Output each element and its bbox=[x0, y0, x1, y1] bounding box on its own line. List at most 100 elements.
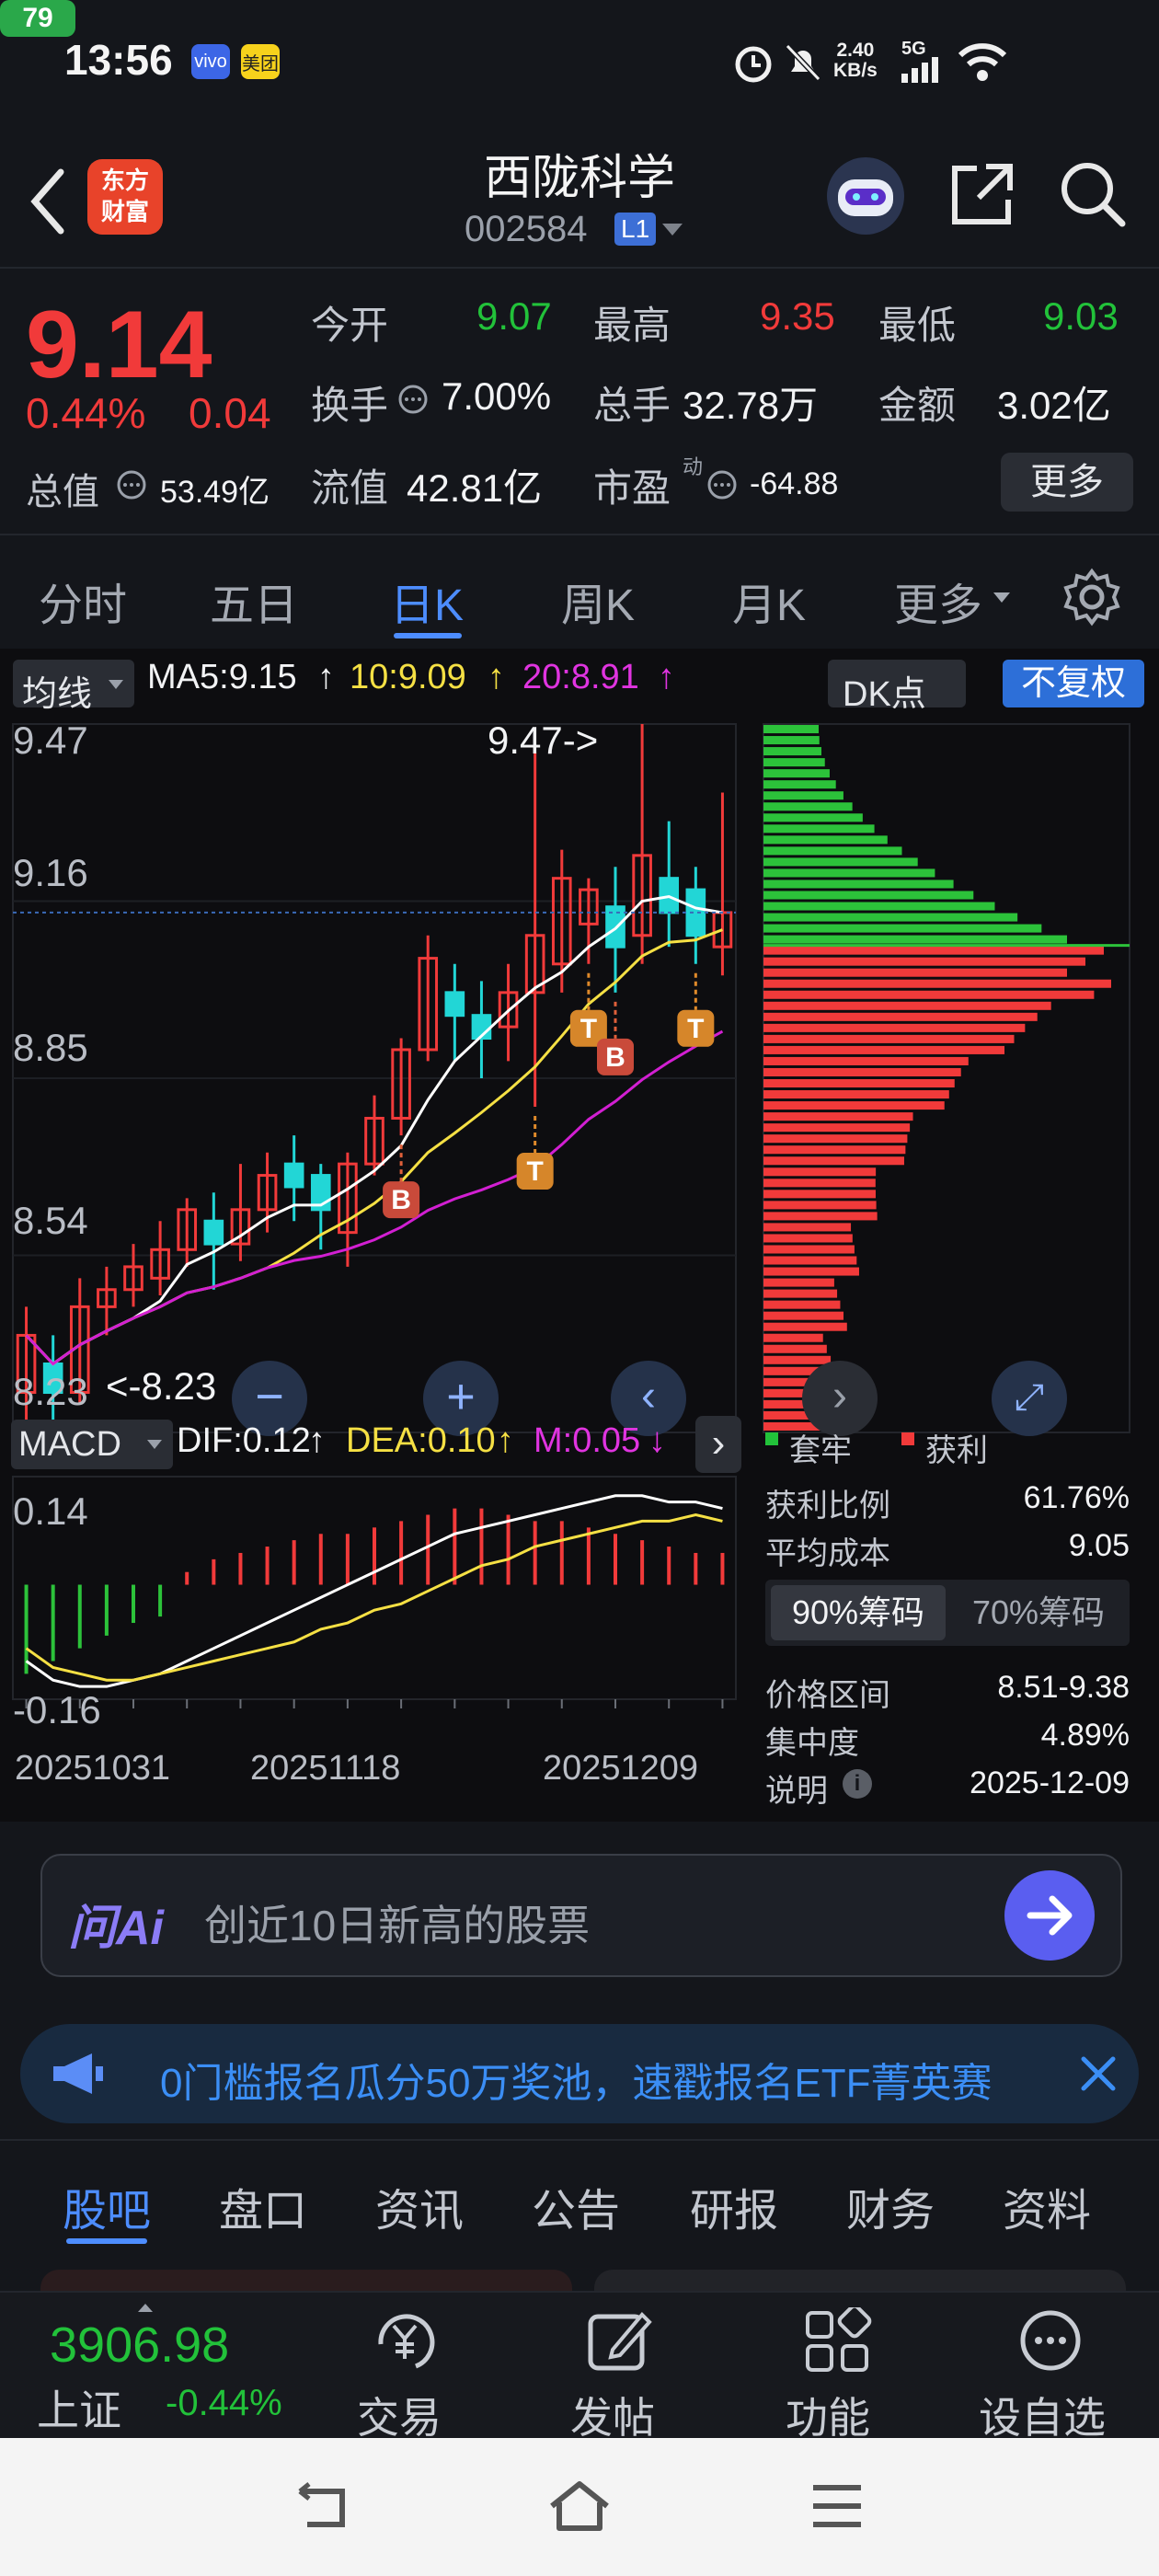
chip-bar bbox=[763, 1355, 832, 1364]
chip-bar bbox=[763, 1112, 913, 1121]
chip-bar bbox=[763, 1322, 847, 1331]
chip-bar bbox=[763, 924, 1042, 933]
chip-bar bbox=[763, 1256, 857, 1265]
info-icon[interactable] bbox=[116, 469, 147, 500]
ai-search-bar[interactable]: 问Ai 创近10日新高的股票 bbox=[40, 1854, 1122, 1977]
menu-nav-icon[interactable] bbox=[809, 2480, 865, 2532]
macd-frame bbox=[12, 1476, 737, 1700]
info-icon[interactable]: i bbox=[843, 1769, 872, 1799]
avg-cost-label: 平均成本 bbox=[765, 1536, 890, 1571]
trade-marker-label: T bbox=[527, 1156, 544, 1187]
tab-financials[interactable]: 财务 bbox=[846, 2174, 935, 2238]
macd-selector[interactable]: MACD bbox=[11, 1420, 173, 1469]
chevron-up-icon[interactable] bbox=[138, 2304, 153, 2312]
candle-body bbox=[283, 1162, 304, 1189]
chip-bar bbox=[763, 1300, 841, 1309]
index-value[interactable]: 3906.98 bbox=[50, 2317, 229, 2374]
chip-bar bbox=[763, 1156, 904, 1166]
tab-profile[interactable]: 资料 bbox=[1003, 2174, 1091, 2238]
functions-label[interactable]: 功能 bbox=[786, 2385, 870, 2445]
info-icon[interactable] bbox=[706, 469, 738, 500]
ma20-value: 20:8.91 bbox=[522, 658, 639, 696]
system-nav-bar bbox=[0, 2438, 1159, 2576]
amount-value: 3.02亿 bbox=[997, 384, 1111, 427]
search-icon[interactable] bbox=[1056, 157, 1130, 231]
ma5-value: MA5:9.15 bbox=[147, 658, 297, 696]
chip-bar bbox=[763, 1167, 877, 1177]
tab-five-day[interactable]: 五日 bbox=[210, 569, 298, 633]
tab-research[interactable]: 研报 bbox=[690, 2174, 778, 2238]
watchlist-icon[interactable] bbox=[1017, 2307, 1084, 2374]
tab-monthly-k[interactable]: 月K bbox=[732, 569, 806, 633]
tab-more[interactable]: 更多 bbox=[894, 569, 982, 633]
chip-bar bbox=[763, 1245, 855, 1254]
tab-guba[interactable]: 股吧 bbox=[63, 2174, 151, 2238]
x-tick-label: 20251209 bbox=[543, 1749, 699, 1788]
chevron-down-icon[interactable] bbox=[993, 592, 1010, 603]
trade-icon[interactable] bbox=[366, 2307, 442, 2374]
chip-bar bbox=[763, 913, 1018, 922]
tab-daily-k[interactable]: 日K bbox=[390, 569, 464, 633]
chip-bar bbox=[763, 880, 954, 889]
high-value: 9.35 bbox=[760, 294, 835, 338]
change-percent: 0.44% bbox=[26, 389, 146, 437]
dk-selector-label: DK点 bbox=[843, 675, 926, 714]
chip-bar bbox=[763, 1034, 1015, 1043]
chevron-down-icon[interactable] bbox=[662, 224, 683, 236]
tab-weekly-k[interactable]: 周K bbox=[561, 569, 635, 633]
chip-bar bbox=[763, 868, 935, 878]
dea-up-arrow: ↑ bbox=[497, 1421, 514, 1460]
compose-icon[interactable] bbox=[585, 2307, 655, 2374]
indicator-next-button[interactable]: › bbox=[695, 1416, 741, 1473]
chip-bar bbox=[763, 1223, 852, 1232]
level-badge[interactable]: L1 bbox=[614, 213, 657, 246]
chip-bar bbox=[763, 813, 863, 822]
tab-intraday[interactable]: 分时 bbox=[39, 569, 127, 633]
ma10-up-arrow: ↑ bbox=[488, 658, 505, 696]
arrow-right-icon bbox=[1027, 1895, 1073, 1936]
dk-selector[interactable]: DK点 bbox=[828, 660, 966, 714]
chip-bar bbox=[763, 891, 974, 900]
chip-bar bbox=[763, 769, 830, 778]
banner-text[interactable]: 0门槛报名瓜分50万奖池，速戳报名ETF菁英赛 bbox=[160, 2050, 1052, 2109]
signal-icon bbox=[901, 57, 938, 83]
tab-chip-90[interactable]: 90%筹码 bbox=[771, 1585, 946, 1640]
ma20-up-arrow: ↑ bbox=[658, 658, 675, 696]
tab-chip-70[interactable]: 70%筹码 bbox=[951, 1585, 1126, 1640]
home-nav-icon[interactable] bbox=[546, 2478, 613, 2534]
status-time: 13:56 bbox=[64, 36, 173, 84]
chip-bar bbox=[763, 824, 875, 834]
adjust-button[interactable]: 不复权 bbox=[1003, 660, 1144, 707]
chip-bar bbox=[763, 1045, 1005, 1054]
chip-bar bbox=[763, 946, 1104, 955]
ai-search-placeholder[interactable]: 创近10日新高的股票 bbox=[204, 1892, 590, 1953]
info-icon[interactable] bbox=[397, 384, 429, 415]
float-label: 流值 bbox=[311, 466, 389, 510]
ma10-value: 10:9.09 bbox=[350, 658, 466, 696]
gear-icon[interactable] bbox=[1062, 568, 1121, 627]
functions-icon[interactable] bbox=[802, 2307, 872, 2374]
ma-selector-label: 均线 bbox=[22, 675, 93, 714]
chip-bar bbox=[763, 791, 843, 800]
robot-assistant-icon[interactable] bbox=[823, 154, 908, 238]
close-icon[interactable] bbox=[1078, 2053, 1119, 2094]
index-change: -0.44% bbox=[166, 2383, 282, 2423]
fullscreen-button[interactable]: ⤢ bbox=[992, 1361, 1067, 1436]
share-icon[interactable] bbox=[947, 159, 1017, 229]
more-button[interactable]: 更多 bbox=[1001, 453, 1133, 512]
back-nav-icon[interactable] bbox=[293, 2482, 353, 2532]
promo-banner[interactable]: 0门槛报名瓜分50万奖池，速戳报名ETF菁英赛 bbox=[20, 2024, 1139, 2123]
compose-label[interactable]: 发帖 bbox=[570, 2385, 655, 2445]
ma-selector[interactable]: 均线 bbox=[13, 660, 134, 714]
chip-bar bbox=[763, 935, 1067, 944]
price-range-value: 8.51-9.38 bbox=[997, 1670, 1130, 1705]
megaphone-icon bbox=[53, 2053, 103, 2094]
tab-announcements[interactable]: 公告 bbox=[532, 2174, 620, 2238]
chip-bar bbox=[763, 1090, 949, 1099]
y-tick-label: 8.85 bbox=[13, 1026, 88, 1069]
ai-submit-button[interactable] bbox=[1004, 1870, 1095, 1961]
tab-pankou[interactable]: 盘口 bbox=[219, 2174, 307, 2238]
watchlist-label[interactable]: 设自选 bbox=[979, 2385, 1106, 2445]
trade-label[interactable]: 交易 bbox=[357, 2385, 442, 2445]
tab-news[interactable]: 资讯 bbox=[375, 2174, 464, 2238]
